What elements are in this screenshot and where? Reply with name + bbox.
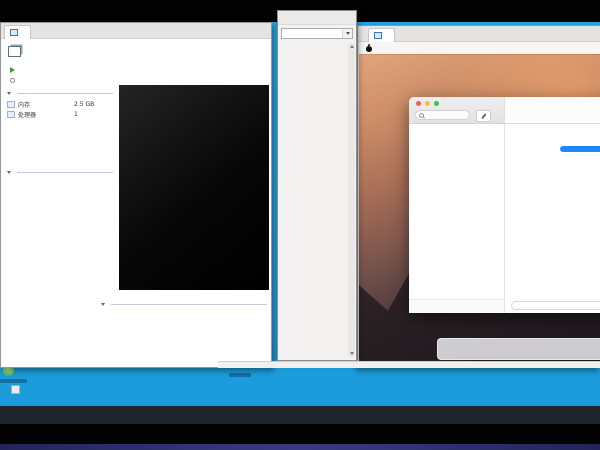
vm-icon [10, 29, 18, 36]
vm-icon [374, 32, 382, 39]
search-dropdown-button[interactable] [342, 29, 352, 38]
play-icon [10, 67, 15, 73]
macos-dock [437, 338, 600, 360]
chevron-down-icon [346, 32, 350, 35]
close-window-icon[interactable] [416, 101, 421, 106]
sidebar-footer [409, 299, 504, 313]
device-name: 处理器 [18, 110, 74, 119]
messages-window [409, 97, 600, 313]
vm-icon [8, 46, 21, 57]
device-icon [7, 111, 15, 118]
collapse-arrow-icon [7, 92, 11, 95]
device-name: 内存 [18, 100, 74, 109]
vm-tab-bar [358, 26, 600, 42]
library-search [281, 28, 353, 39]
tab-mp01-161153[interactable] [4, 25, 31, 39]
traffic-lights [416, 101, 439, 106]
messages-toolbar [409, 97, 504, 124]
chat-pane [504, 124, 600, 299]
内存-icon[interactable]: 内存 2.5 GB [7, 100, 113, 110]
message-input-row [504, 299, 600, 313]
library-search-input[interactable] [282, 31, 342, 37]
vm-details-section-header[interactable] [101, 303, 267, 306]
scroll-down-icon[interactable] [350, 352, 354, 355]
device-value: 2.5 GB [74, 101, 94, 108]
outgoing-message-bubble [560, 146, 600, 152]
desktop-shortcut-icon[interactable] [3, 367, 14, 376]
imessage-input[interactable] [511, 301, 600, 310]
device-value: 1 [74, 111, 78, 118]
screen: 内存 2.5 GB 处理器 1 [0, 0, 600, 450]
desktop-shortcut-label [229, 373, 251, 377]
devices-section-header[interactable] [7, 92, 113, 95]
vmware-status-bar [218, 361, 600, 368]
conversation-list [409, 124, 504, 313]
collapse-arrow-icon [7, 171, 11, 174]
bottom-strip [0, 444, 600, 450]
vmware-library-panel [277, 10, 357, 361]
divider [111, 304, 267, 305]
devices-list: 内存 2.5 GB 处理器 1 [7, 100, 113, 119]
vm-list [279, 43, 349, 357]
edit-vm-settings-link[interactable] [10, 78, 18, 83]
tab-mp01-161154[interactable] [368, 28, 395, 42]
description-section-header[interactable] [7, 171, 113, 174]
to-field[interactable] [504, 97, 600, 124]
apple-menu-icon[interactable] [366, 45, 372, 52]
vm-console-preview[interactable] [119, 85, 269, 290]
compose-button[interactable] [476, 110, 491, 122]
macos-vm-screen[interactable] [359, 42, 600, 362]
pencil-icon [481, 113, 486, 119]
desktop-file-icon[interactable] [11, 385, 20, 394]
messages-search [415, 110, 470, 120]
windows-taskbar [0, 406, 600, 424]
vmware-window-mp01-161153: 内存 2.5 GB 处理器 1 [0, 22, 272, 368]
device-icon [7, 101, 15, 108]
minimize-window-icon[interactable] [425, 101, 430, 106]
library-header [278, 11, 356, 25]
settings-icon [10, 78, 15, 83]
zoom-window-icon[interactable] [434, 101, 439, 106]
messages-search-input[interactable] [426, 111, 466, 119]
vm-title-row [8, 46, 26, 57]
vmware-window-mp01-161154 [357, 25, 600, 368]
desktop-shortcut-label [0, 379, 27, 383]
library-scrollbar[interactable] [348, 43, 355, 357]
scroll-up-icon[interactable] [350, 45, 354, 48]
处理器-icon[interactable]: 处理器 1 [7, 110, 113, 120]
search-icon [419, 113, 424, 118]
vm-tab-bar [1, 23, 271, 39]
macos-menu-bar [359, 42, 600, 54]
divider [17, 93, 113, 94]
divider [17, 172, 113, 173]
power-on-vm-link[interactable] [10, 67, 18, 73]
collapse-arrow-icon [101, 303, 105, 306]
